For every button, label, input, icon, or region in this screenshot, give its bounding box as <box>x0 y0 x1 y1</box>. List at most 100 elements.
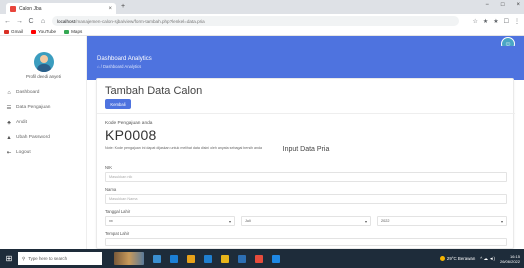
year-value: 2022 <box>381 219 390 223</box>
sidebar-profile: Profil deedi anyeti <box>0 52 87 79</box>
window-controls: − □ × <box>485 2 520 8</box>
sidebar-item-label: Dashboard <box>16 90 40 95</box>
profile-name: Profil deedi anyeti <box>26 74 61 79</box>
search-icon: ⚲ <box>22 255 26 261</box>
kode-label: Kode Pengajuan anda <box>105 121 153 126</box>
url-path: /manajemen-calon-sjba/view/form-tambah.p… <box>75 18 205 24</box>
bookmark-maps[interactable]: Maps <box>64 29 82 34</box>
bookmark-label: Gmail <box>11 29 23 34</box>
address-bar[interactable]: localhost/manajemen-calon-sjba/view/form… <box>52 16 460 26</box>
nik-input[interactable]: Masukkan nik <box>105 172 507 182</box>
sidebar-nav: ⌂ Dashboard ☰ Data Pengajuan ♣ Andit ▲ U… <box>4 85 84 160</box>
weather-text: 29°C Berawan <box>446 256 476 261</box>
month-select[interactable]: Juli ▾ <box>241 216 371 226</box>
sidebar-item-label: Logout <box>16 150 31 155</box>
maximize-button[interactable]: □ <box>501 2 505 8</box>
clock[interactable]: 16:15 26/06/2022 <box>500 254 520 264</box>
kode-note: Note: Kode pengajuan ini dapat dijaskan … <box>105 146 263 150</box>
bookmark-label: YouTube <box>38 29 57 34</box>
page-header: Dashboard Analytics ⌂ / Dashboard Analyt… <box>87 46 524 80</box>
divider <box>97 113 515 114</box>
browser-tabstrip: Calon Jba × + − □ × <box>0 0 524 14</box>
back-button[interactable]: ← <box>4 18 11 25</box>
word-icon[interactable] <box>238 254 246 263</box>
home-icon: ⌂ <box>7 89 11 96</box>
edge-icon[interactable] <box>170 254 178 263</box>
start-button[interactable]: ⊞ <box>0 249 18 268</box>
sidebar-item-dashboard[interactable]: ⌂ Dashboard <box>4 85 84 100</box>
extension-icon[interactable]: ★ <box>483 18 488 25</box>
gmail-icon <box>4 29 9 34</box>
extension-icon[interactable]: ★ <box>493 18 498 25</box>
taskbar-search[interactable]: ⚲ Type here to search <box>18 252 102 265</box>
sun-icon <box>439 256 445 261</box>
sidebar-item-logout[interactable]: ⇤ Logout <box>4 145 84 160</box>
nama-label: Nama <box>105 187 117 192</box>
task-view-icon[interactable] <box>153 254 161 263</box>
taskbar-widget-image[interactable] <box>114 252 144 265</box>
app-icon[interactable] <box>255 254 263 263</box>
chevron-down-icon: ▾ <box>228 218 231 224</box>
clock-date: 26/06/2022 <box>499 258 520 264</box>
minimize-button[interactable]: − <box>485 2 489 8</box>
url-host: localhost <box>57 18 76 24</box>
back-button-kembali[interactable]: Kembali <box>105 99 131 109</box>
form-card: Tambah Data Calon Kembali Kode Pengajuan… <box>96 78 515 249</box>
maps-icon <box>64 29 70 34</box>
page-title: Dashboard Analytics <box>97 56 152 62</box>
address-bar-row: ← → C ⌂ localhost/manajemen-calon-sjba/v… <box>0 14 524 28</box>
tab-title: Calon Jba <box>19 5 42 12</box>
bookmark-star-icon[interactable]: ☆ <box>472 18 477 25</box>
users-icon: ♣ <box>7 119 11 126</box>
reload-button[interactable]: C <box>28 18 34 25</box>
search-placeholder: Type here to search <box>28 256 68 261</box>
logout-icon: ⇤ <box>6 149 12 156</box>
taskbar: ⊞ ⚲ Type here to search 29°C Berawan ^ ☁… <box>0 249 524 268</box>
tanggal-lahir-label: Tanggal Lahir <box>105 209 131 214</box>
breadcrumb: ⌂ / Dashboard Analytics <box>97 64 142 69</box>
day-select[interactable]: xx ▾ <box>105 216 235 226</box>
system-tray: 29°C Berawan ^ ☁ ◄) 16:15 26/06/2022 <box>439 254 524 264</box>
bookmark-gmail[interactable]: Gmail <box>4 29 23 34</box>
month-value: Juli <box>245 219 251 223</box>
sidebar-item-label: Ubah Password <box>16 135 50 140</box>
tab-close-icon[interactable]: × <box>108 6 112 12</box>
taskbar-apps <box>153 254 280 263</box>
tab-favicon-icon <box>10 5 16 12</box>
kode-pengajuan-value: KP0008 <box>105 127 157 143</box>
browser-tab[interactable]: Calon Jba × <box>6 3 116 14</box>
chevron-down-icon: ▾ <box>500 218 503 224</box>
sidebar-item-label: Data Pengajuan <box>16 105 51 110</box>
new-tab-button[interactable]: + <box>121 3 125 10</box>
list-icon: ☰ <box>6 104 12 111</box>
home-button[interactable]: ⌂ <box>40 18 46 25</box>
chrome-icon[interactable] <box>221 254 229 263</box>
tempat-lahir-input[interactable] <box>105 238 507 246</box>
bookmark-youtube[interactable]: YouTube <box>31 29 56 34</box>
profile-avatar <box>33 52 54 72</box>
browser-menu-icon[interactable]: ⋮ <box>514 18 520 25</box>
tempat-lahir-label: Tempat Lahir <box>105 231 130 236</box>
tray-icons[interactable]: ^ ☁ ◄) <box>480 256 495 262</box>
store-icon[interactable] <box>272 254 280 263</box>
chevron-down-icon: ▾ <box>364 218 367 224</box>
mail-icon[interactable] <box>204 254 212 263</box>
nik-label: NIK <box>105 165 112 170</box>
file-explorer-icon[interactable] <box>187 254 195 263</box>
sidebar-item-label: Andit <box>16 120 27 125</box>
bookmarks-bar: Gmail YouTube Maps <box>0 28 524 36</box>
bookmark-label: Maps <box>71 29 83 34</box>
forward-button[interactable]: → <box>16 18 23 25</box>
form-title: Tambah Data Calon <box>105 85 203 97</box>
lock-icon: ▲ <box>6 134 12 141</box>
sidebar-item-data-pengajuan[interactable]: ☰ Data Pengajuan <box>4 100 84 115</box>
youtube-icon <box>31 29 36 34</box>
nama-input[interactable]: Masukkan Nama <box>105 194 507 204</box>
year-select[interactable]: 2022 ▾ <box>377 216 507 226</box>
sidebar-item-andit[interactable]: ♣ Andit <box>4 115 84 130</box>
sidebar-item-ubah-password[interactable]: ▲ Ubah Password <box>4 130 84 145</box>
sidepanel-icon[interactable]: ☐ <box>504 18 509 25</box>
day-value: xx <box>109 219 113 223</box>
close-window-button[interactable]: × <box>516 2 520 8</box>
weather-widget[interactable]: 29°C Berawan <box>439 256 476 261</box>
